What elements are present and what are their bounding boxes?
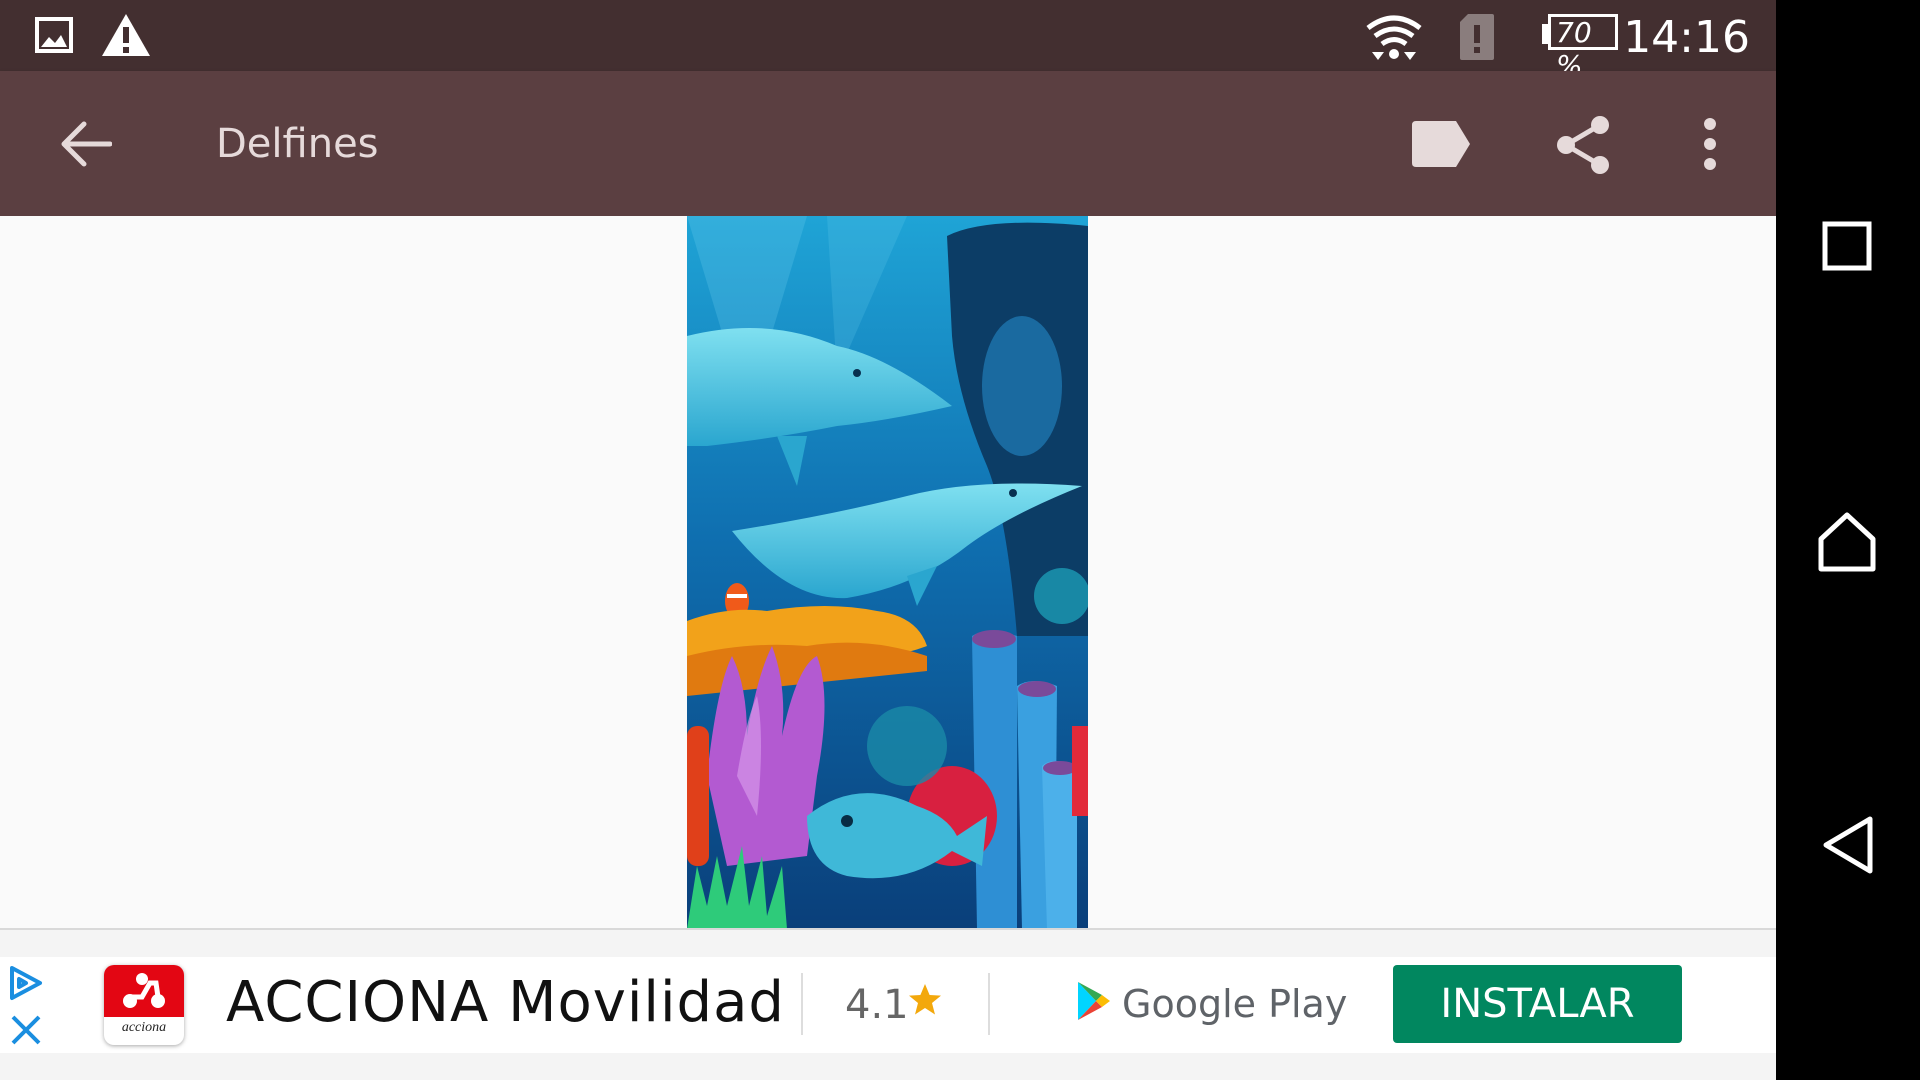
back-arrow-icon[interactable]	[58, 119, 112, 169]
wifi-icon	[1366, 15, 1422, 60]
label-icon[interactable]	[1412, 121, 1472, 167]
more-vert-icon[interactable]	[1700, 117, 1720, 171]
scooter-icon	[123, 973, 165, 1008]
clock: 14:16	[1623, 12, 1750, 63]
warning-icon	[102, 14, 150, 56]
ad-title[interactable]: ACCIONA Movilidad	[226, 970, 785, 1035]
sim-alert-icon	[1460, 14, 1494, 60]
image-icon	[35, 17, 73, 53]
status-bar: 70 % 14:16	[0, 0, 1776, 82]
separator	[801, 973, 803, 1035]
home-icon[interactable]	[1818, 512, 1876, 572]
star-icon	[909, 984, 941, 1015]
app-icon[interactable]: acciona	[104, 965, 184, 1045]
google-play-icon	[1078, 982, 1110, 1020]
recents-icon[interactable]	[1822, 221, 1872, 271]
rating-value: 4.1	[845, 982, 909, 1028]
app-bar: Delfines	[0, 71, 1776, 216]
navigation-bar	[1776, 0, 1920, 1080]
page-title: Delfines	[216, 121, 379, 167]
close-icon[interactable]	[10, 1014, 42, 1046]
adchoices-icon[interactable]	[8, 965, 44, 1001]
install-button[interactable]: INSTALAR	[1393, 965, 1682, 1043]
wallpaper-image[interactable]	[687, 216, 1088, 929]
back-icon[interactable]	[1820, 815, 1874, 875]
store-label: Google Play	[1122, 982, 1348, 1026]
content-area	[0, 216, 1776, 929]
share-icon[interactable]	[1554, 115, 1612, 175]
app-icon-label: acciona	[121, 1020, 167, 1035]
battery-icon: 70 %	[1542, 14, 1622, 82]
separator	[988, 973, 990, 1035]
ad-banner[interactable]: acciona ACCIONA Movilidad 4.1 Google Pla…	[0, 930, 1776, 1080]
